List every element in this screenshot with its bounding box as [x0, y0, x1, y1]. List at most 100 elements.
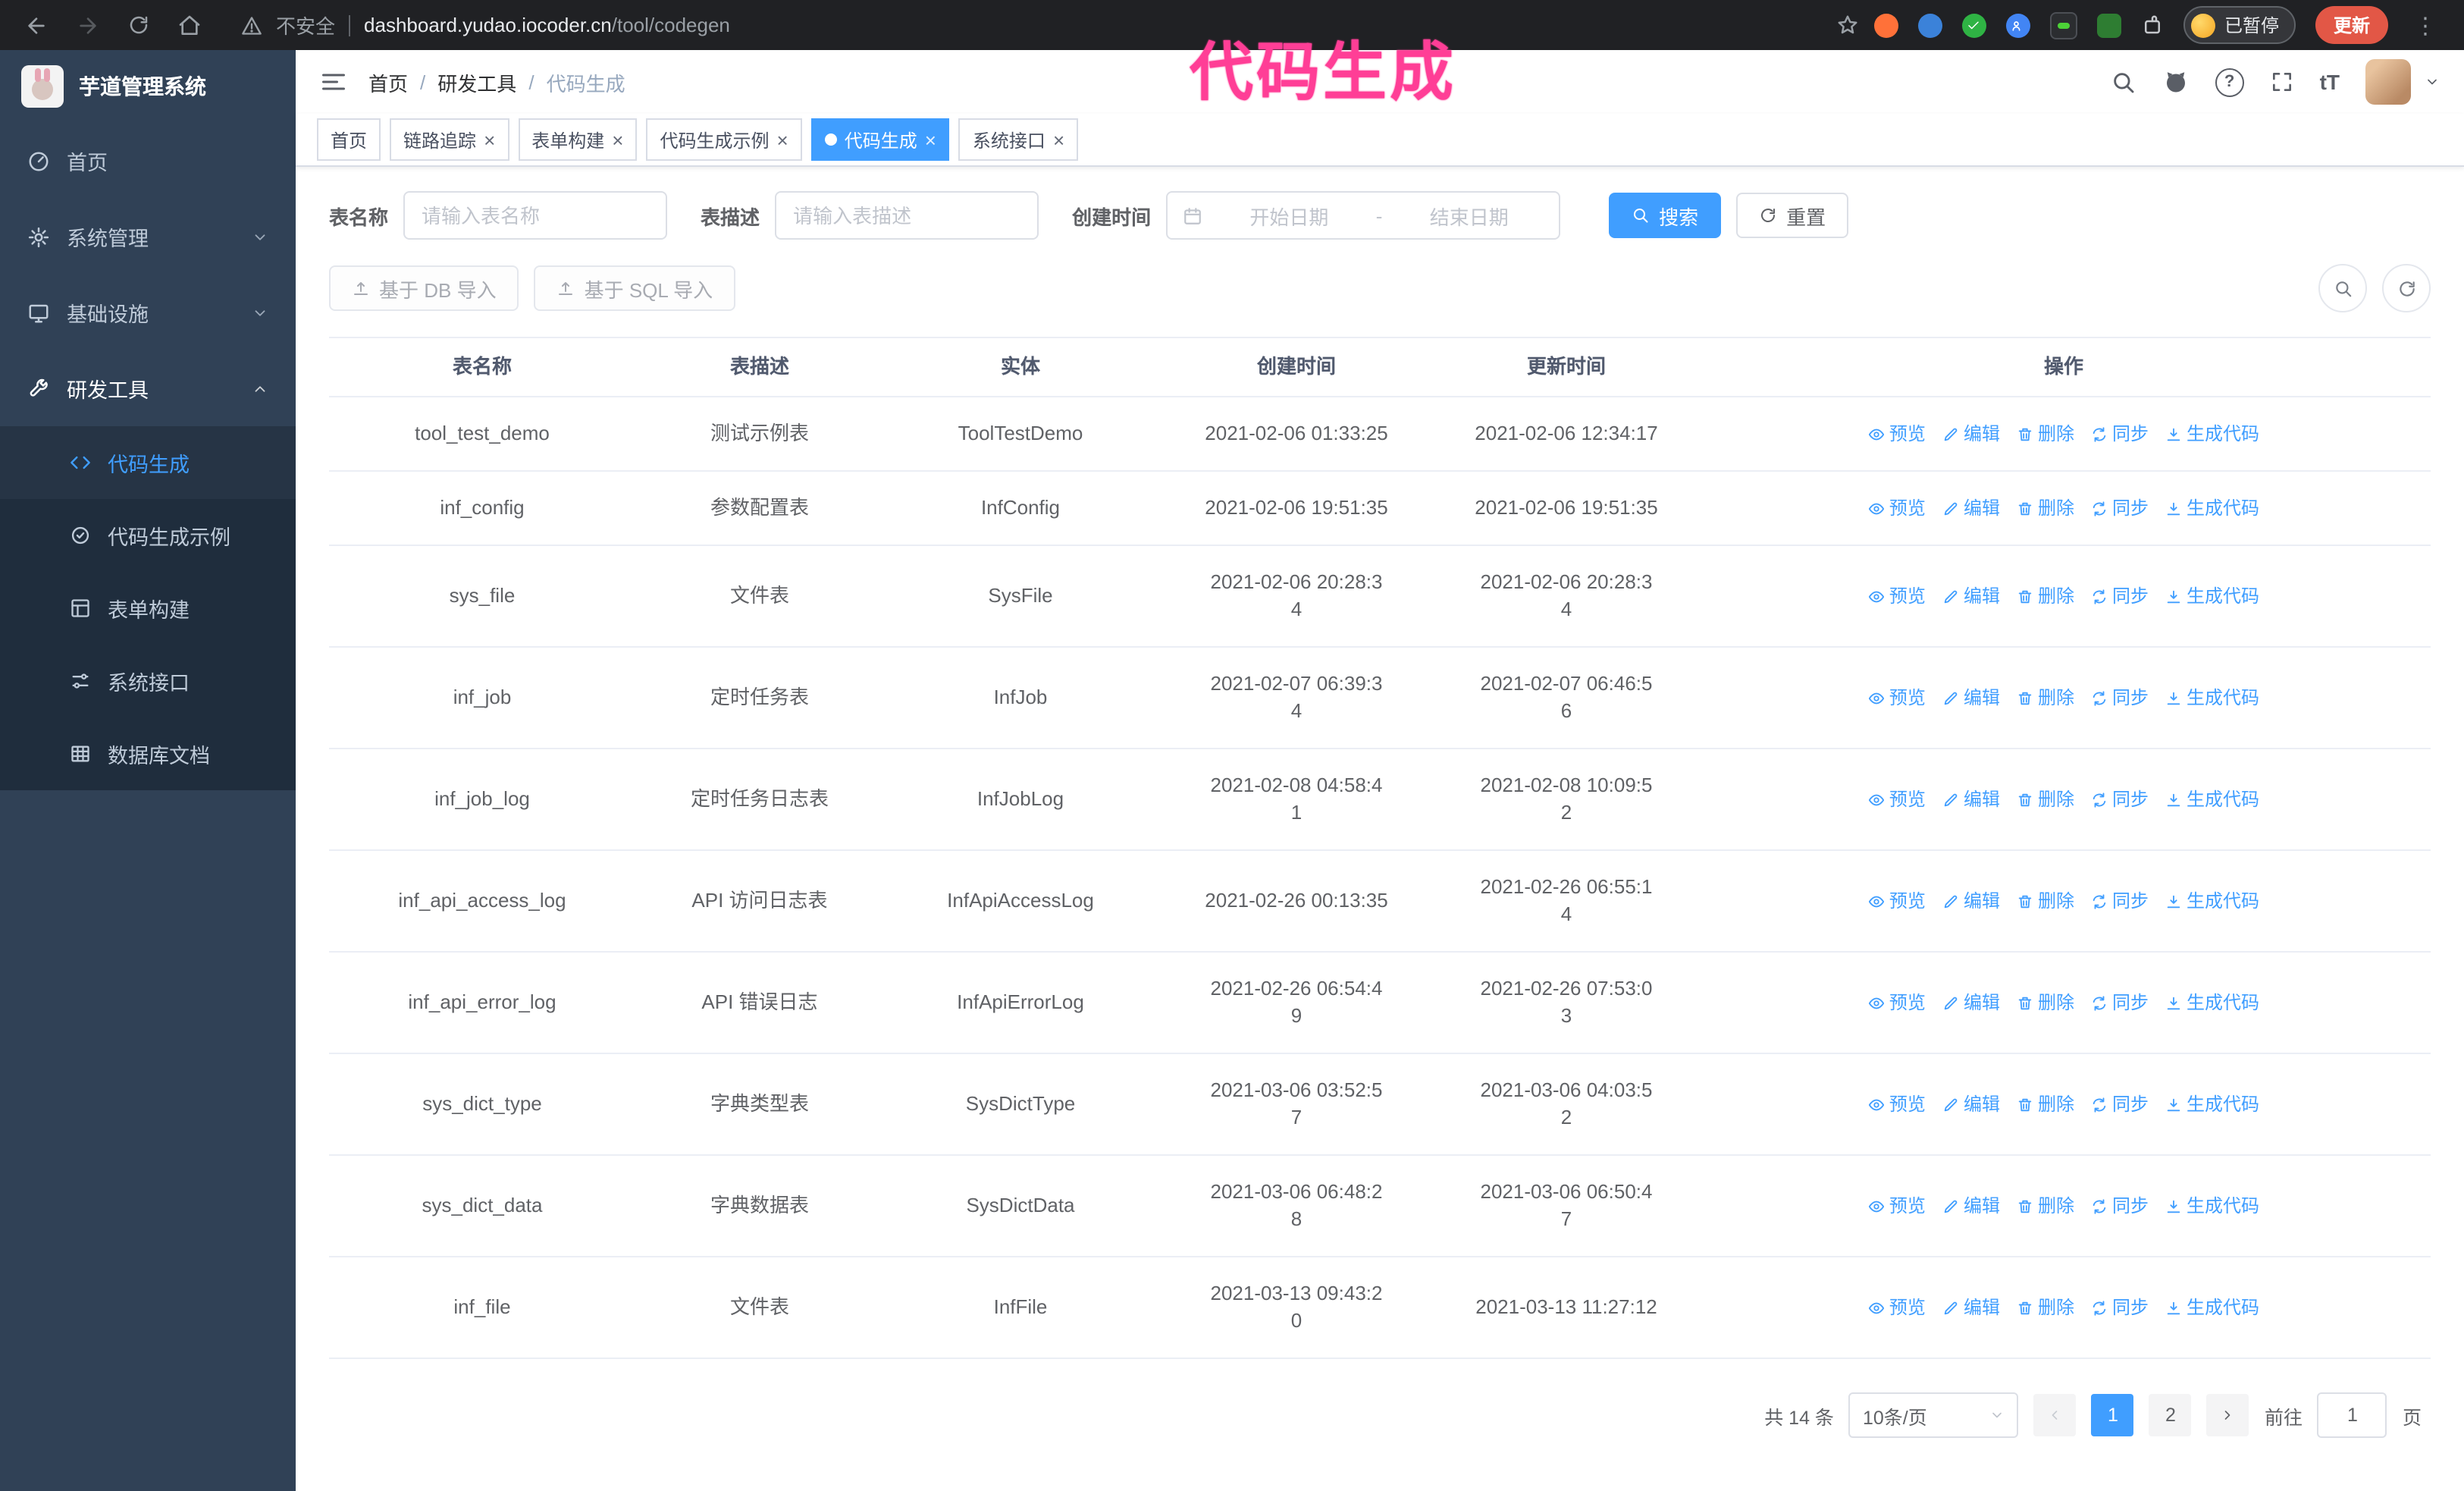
table-desc-input[interactable] — [775, 191, 1039, 240]
import-sql-button[interactable]: 基于 SQL 导入 — [534, 265, 736, 311]
generate-code-link[interactable]: 生成代码 — [2165, 1294, 2259, 1321]
date-range-picker[interactable]: 开始日期 - 结束日期 — [1166, 191, 1561, 240]
sidebar-item-dev-tools[interactable]: 研发工具 — [0, 350, 296, 426]
next-page-button[interactable] — [2206, 1394, 2249, 1436]
sidebar-item-infrastructure[interactable]: 基础设施 — [0, 275, 296, 350]
sidebar-item-db-docs[interactable]: 数据库文档 — [0, 717, 296, 790]
tab-codegen-example[interactable]: 代码生成示例 × — [646, 118, 802, 161]
preview-link[interactable]: 预览 — [1868, 1294, 1926, 1321]
generate-code-link[interactable]: 生成代码 — [2165, 887, 2259, 915]
table-name-input[interactable] — [403, 191, 668, 240]
preview-link[interactable]: 预览 — [1868, 420, 1926, 447]
tab-form-builder[interactable]: 表单构建 × — [518, 118, 638, 161]
sidebar-item-codegen-example[interactable]: 代码生成示例 — [0, 499, 296, 572]
extension-icon[interactable] — [1917, 13, 1942, 37]
delete-link[interactable]: 删除 — [2017, 582, 2074, 610]
reload-icon[interactable] — [127, 14, 150, 36]
sidebar-logo[interactable]: 芋道管理系统 — [0, 50, 296, 123]
extension-icon[interactable] — [1873, 13, 1898, 37]
hamburger-icon[interactable] — [320, 68, 347, 96]
sidebar-item-system[interactable]: 系统管理 — [0, 199, 296, 275]
edit-link[interactable]: 编辑 — [1942, 420, 2000, 447]
breadcrumb-home[interactable]: 首页 — [368, 67, 408, 96]
delete-link[interactable]: 删除 — [2017, 786, 2074, 813]
close-icon[interactable]: × — [777, 130, 788, 149]
sync-link[interactable]: 同步 — [2091, 1192, 2149, 1219]
edit-link[interactable]: 编辑 — [1942, 887, 2000, 915]
sync-link[interactable]: 同步 — [2091, 887, 2149, 915]
preview-link[interactable]: 预览 — [1868, 494, 1926, 522]
generate-code-link[interactable]: 生成代码 — [2165, 1091, 2259, 1118]
help-icon[interactable]: ? — [2215, 67, 2244, 96]
fullscreen-icon[interactable] — [2270, 70, 2294, 94]
font-size-icon[interactable]: tT — [2320, 70, 2340, 94]
edit-link[interactable]: 编辑 — [1942, 989, 2000, 1016]
tab-home[interactable]: 首页 — [317, 118, 381, 161]
address-bar[interactable]: 不安全 dashboard.yudao.iocoder.cn/tool/code… — [241, 11, 1859, 39]
preview-link[interactable]: 预览 — [1868, 1091, 1926, 1118]
edit-link[interactable]: 编辑 — [1942, 1091, 2000, 1118]
page-button-2[interactable]: 2 — [2149, 1394, 2192, 1436]
forward-icon[interactable] — [76, 13, 100, 37]
home-icon[interactable] — [177, 13, 202, 37]
toggle-search-button[interactable] — [2318, 264, 2367, 312]
sync-link[interactable]: 同步 — [2091, 420, 2149, 447]
caret-down-icon[interactable] — [2425, 74, 2440, 89]
github-icon[interactable] — [2162, 68, 2190, 96]
preview-link[interactable]: 预览 — [1868, 1192, 1926, 1219]
user-avatar[interactable] — [2365, 59, 2411, 105]
sidebar-item-codegen[interactable]: 代码生成 — [0, 426, 296, 499]
import-db-button[interactable]: 基于 DB 导入 — [329, 265, 519, 311]
generate-code-link[interactable]: 生成代码 — [2165, 786, 2259, 813]
profile-paused-badge[interactable]: 已暂停 — [2183, 6, 2296, 44]
sync-link[interactable]: 同步 — [2091, 786, 2149, 813]
delete-link[interactable]: 删除 — [2017, 1192, 2074, 1219]
back-icon[interactable] — [24, 13, 49, 37]
close-icon[interactable]: × — [1053, 130, 1064, 149]
generate-code-link[interactable]: 生成代码 — [2165, 989, 2259, 1016]
edit-link[interactable]: 编辑 — [1942, 1294, 2000, 1321]
browser-update-button[interactable]: 更新 — [2315, 6, 2388, 44]
delete-link[interactable]: 删除 — [2017, 1294, 2074, 1321]
preview-link[interactable]: 预览 — [1868, 684, 1926, 711]
delete-link[interactable]: 删除 — [2017, 887, 2074, 915]
close-icon[interactable]: × — [612, 130, 623, 149]
delete-link[interactable]: 删除 — [2017, 494, 2074, 522]
delete-link[interactable]: 删除 — [2017, 989, 2074, 1016]
sync-link[interactable]: 同步 — [2091, 1294, 2149, 1321]
search-icon[interactable] — [2111, 69, 2136, 95]
generate-code-link[interactable]: 生成代码 — [2165, 420, 2259, 447]
refresh-table-button[interactable] — [2382, 264, 2431, 312]
page-button-1[interactable]: 1 — [2091, 1394, 2134, 1436]
edit-link[interactable]: 编辑 — [1942, 684, 2000, 711]
tab-system-api[interactable]: 系统接口 × — [958, 118, 1079, 161]
tab-link-trace[interactable]: 链路追踪 × — [390, 118, 509, 161]
page-size-select[interactable]: 10条/页 — [1848, 1392, 2019, 1438]
extension-icon[interactable] — [2049, 11, 2077, 39]
edit-link[interactable]: 编辑 — [1942, 494, 2000, 522]
edit-link[interactable]: 编辑 — [1942, 1192, 2000, 1219]
delete-link[interactable]: 删除 — [2017, 1091, 2074, 1118]
generate-code-link[interactable]: 生成代码 — [2165, 494, 2259, 522]
prev-page-button[interactable] — [2033, 1394, 2077, 1436]
preview-link[interactable]: 预览 — [1868, 887, 1926, 915]
sync-link[interactable]: 同步 — [2091, 989, 2149, 1016]
preview-link[interactable]: 预览 — [1868, 786, 1926, 813]
edit-link[interactable]: 编辑 — [1942, 786, 2000, 813]
goto-page-input[interactable] — [2317, 1392, 2387, 1438]
close-icon[interactable]: × — [925, 130, 936, 149]
generate-code-link[interactable]: 生成代码 — [2165, 1192, 2259, 1219]
search-button[interactable]: 搜索 — [1609, 193, 1722, 238]
bookmark-star-icon[interactable] — [1836, 14, 1859, 36]
preview-link[interactable]: 预览 — [1868, 989, 1926, 1016]
extension-icon[interactable] — [1961, 13, 1986, 37]
sync-link[interactable]: 同步 — [2091, 684, 2149, 711]
preview-link[interactable]: 预览 — [1868, 582, 1926, 610]
edit-link[interactable]: 编辑 — [1942, 582, 2000, 610]
generate-code-link[interactable]: 生成代码 — [2165, 582, 2259, 610]
puzzle-extensions-icon[interactable] — [2141, 14, 2164, 36]
tab-codegen[interactable]: 代码生成 × — [810, 118, 950, 161]
sync-link[interactable]: 同步 — [2091, 494, 2149, 522]
delete-link[interactable]: 删除 — [2017, 684, 2074, 711]
browser-menu-icon[interactable]: ⋮ — [2408, 11, 2443, 39]
